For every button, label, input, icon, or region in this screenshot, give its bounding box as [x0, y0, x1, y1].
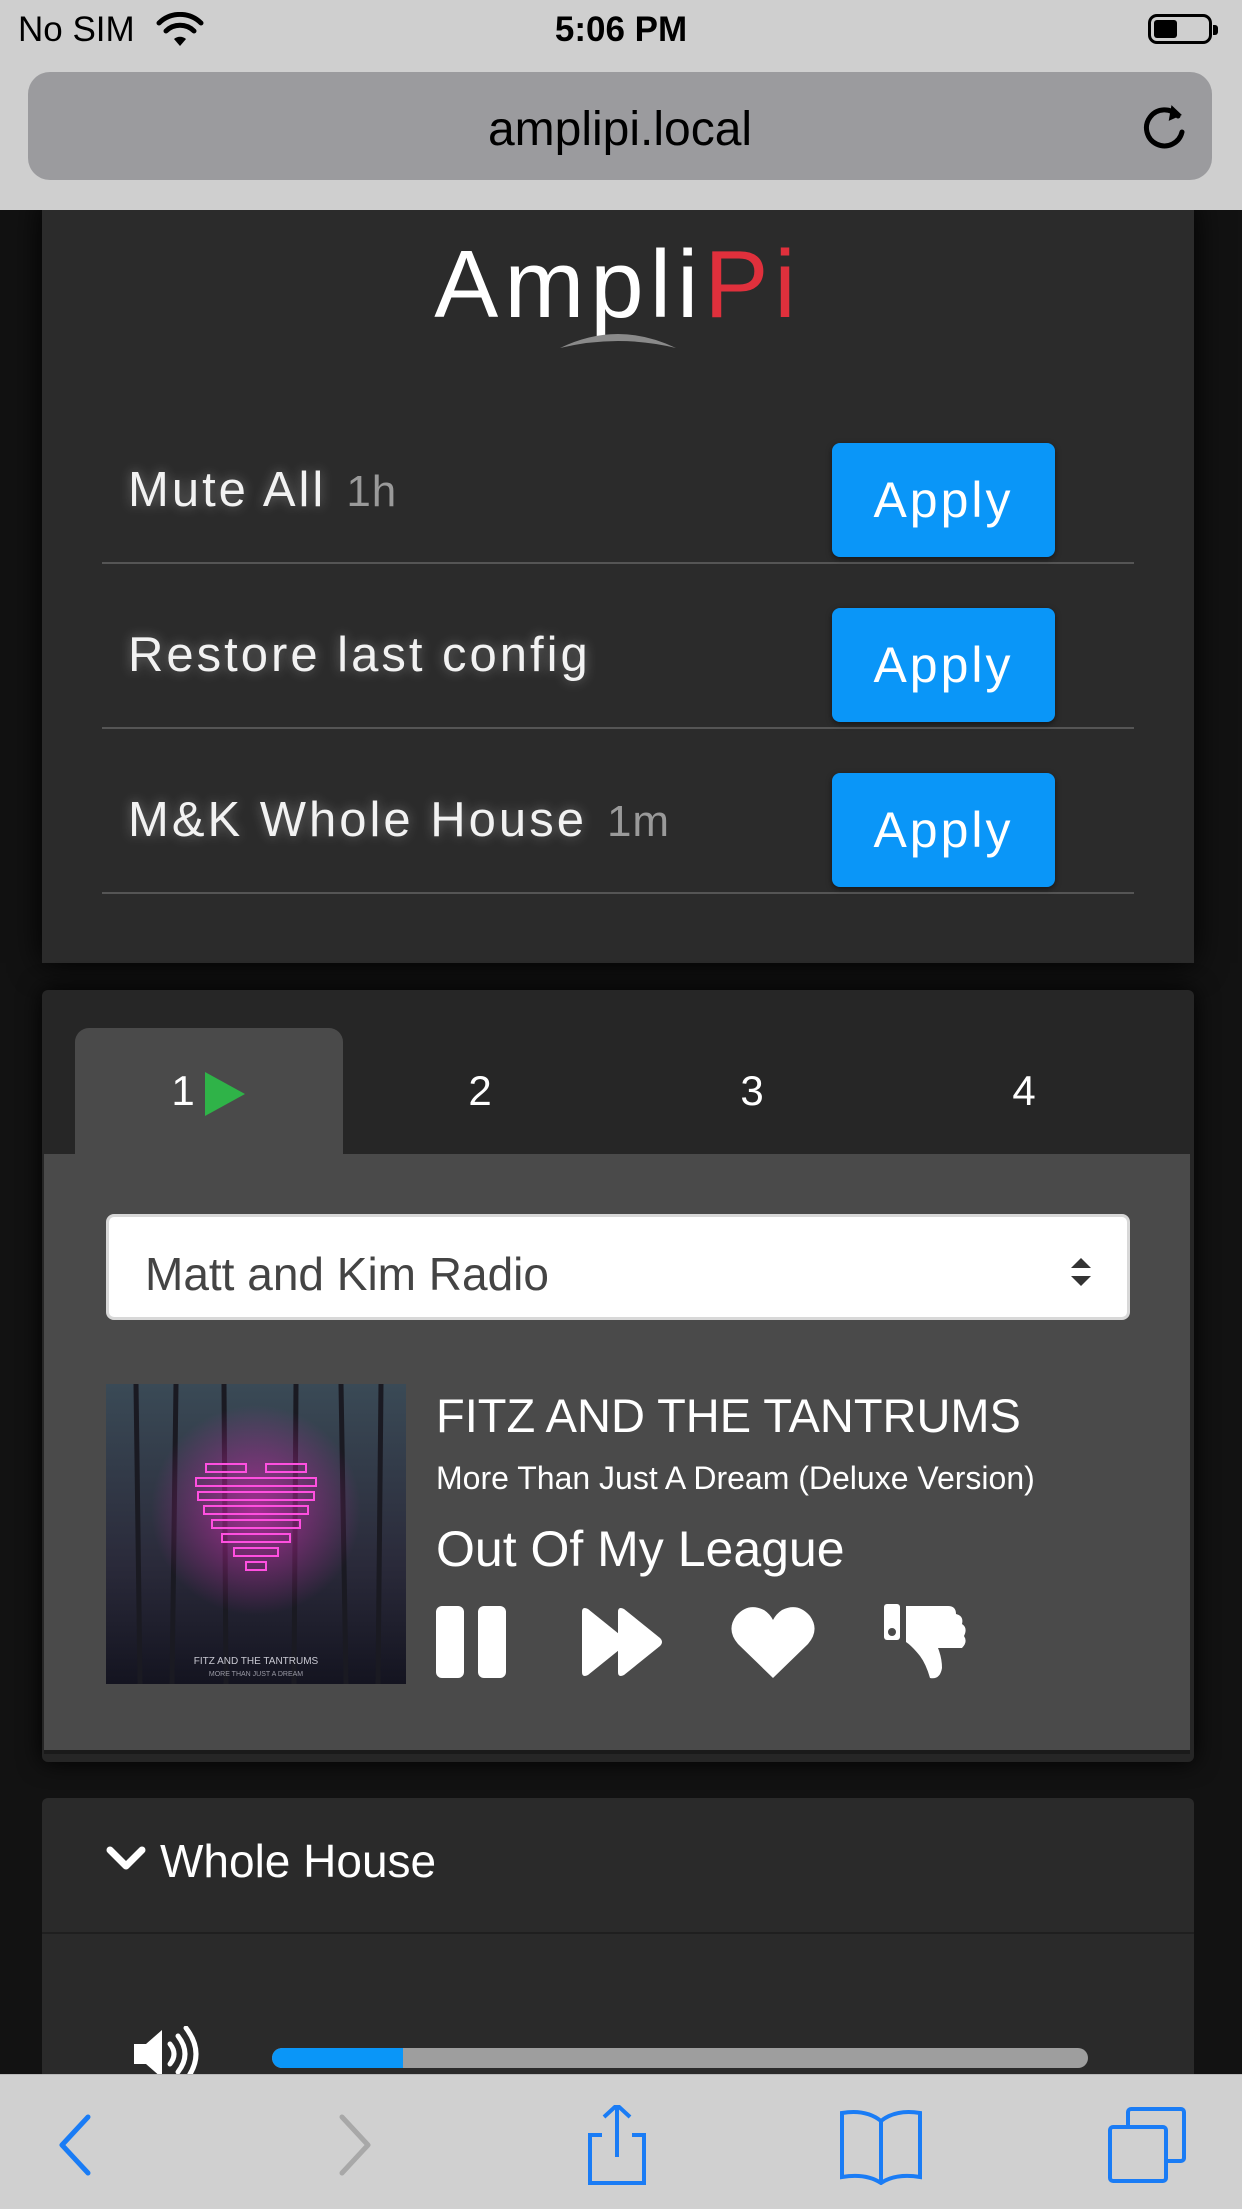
player-panel: Matt and Kim Radio FITZ AND THE TANTRUMS…: [44, 1154, 1190, 1754]
page-content: AmpliPi Mute All 1h Apply Restore last co…: [0, 210, 1242, 2074]
player-card: 1 2 3 4 Matt and Kim Radio FITZ AND THE …: [42, 990, 1194, 1762]
preset-name: Mute All: [128, 463, 327, 517]
heart-icon[interactable]: [730, 1602, 816, 1682]
tab-label: 1: [171, 1067, 195, 1114]
track-name: Out Of My League: [436, 1521, 845, 1577]
battery-icon: [1148, 14, 1218, 44]
logo-accent-text: Pi: [704, 231, 802, 338]
thumbs-down-icon[interactable]: [882, 1602, 968, 1682]
tab-source-1[interactable]: 1: [75, 1028, 343, 1154]
apply-button[interactable]: Apply: [832, 773, 1055, 887]
chevron-down-icon[interactable]: [106, 1844, 146, 1874]
source-select[interactable]: Matt and Kim Radio: [106, 1214, 1130, 1320]
zone-group-name: Whole House: [160, 1835, 437, 1887]
album-art: FITZ AND THE TANTRUMS MORE THAN JUST A D…: [106, 1384, 406, 1684]
reload-icon[interactable]: [1138, 102, 1190, 154]
tab-source-3[interactable]: 3: [618, 1028, 886, 1154]
browser-toolbar: [0, 2074, 1242, 2209]
tab-label: 4: [1012, 1067, 1036, 1114]
address-bar[interactable]: amplipi.local: [28, 72, 1212, 180]
collapse-chevron-icon[interactable]: [554, 322, 682, 358]
album-art-line2: MORE THAN JUST A DREAM: [209, 1671, 303, 1678]
volume-icon[interactable]: [132, 2026, 200, 2074]
volume-slider-fill: [272, 2048, 403, 2068]
preset-label: Restore last config: [128, 627, 611, 683]
skip-forward-icon[interactable]: [580, 1602, 666, 1682]
pause-icon[interactable]: [436, 1602, 508, 1682]
tab-label: 2: [468, 1067, 492, 1114]
select-arrows-icon: [1071, 1258, 1091, 1286]
preset-label: M&K Whole House 1m: [128, 792, 670, 848]
preset-row: Restore last config Apply: [102, 579, 1134, 729]
tab-source-2[interactable]: 2: [346, 1028, 614, 1154]
preset-label: Mute All 1h: [128, 462, 397, 518]
preset-name: Restore last config: [128, 628, 591, 682]
album-name: More Than Just A Dream (Deluxe Version): [436, 1460, 1035, 1496]
presets-card: AmpliPi Mute All 1h Apply Restore last co…: [42, 210, 1194, 963]
back-icon[interactable]: [32, 2105, 122, 2185]
source-select-value[interactable]: Matt and Kim Radio: [145, 1247, 549, 1301]
source-tabs: 1 2 3 4: [42, 990, 1194, 1154]
forward-icon: [339, 2114, 371, 2176]
tabs-icon[interactable]: [1104, 2105, 1194, 2185]
zone-group-header[interactable]: Whole House: [42, 1798, 1194, 1934]
tab-source-4[interactable]: 4: [890, 1028, 1158, 1154]
album-art-line1: FITZ AND THE TANTRUMS: [194, 1656, 319, 1667]
url-text[interactable]: amplipi.local: [28, 102, 1212, 157]
apply-button[interactable]: Apply: [832, 443, 1055, 557]
clock: 5:06 PM: [554, 10, 688, 49]
volume-slider[interactable]: [272, 2048, 1088, 2068]
tab-label: 3: [740, 1067, 764, 1114]
preset-age: 1m: [606, 797, 671, 846]
share-icon[interactable]: [572, 2105, 662, 2185]
preset-age: 1h: [346, 467, 398, 516]
apply-button[interactable]: Apply: [832, 608, 1055, 722]
playing-icon: [204, 1071, 245, 1116]
preset-row: M&K Whole House 1m Apply: [102, 744, 1134, 894]
status-bar: No SIM 5:06 PM: [0, 0, 1242, 62]
browser-chrome: amplipi.local: [0, 62, 1242, 210]
bookmarks-icon[interactable]: [836, 2105, 926, 2185]
preset-name: M&K Whole House: [128, 793, 587, 847]
artist-name: FITZ AND THE TANTRUMS: [436, 1389, 1021, 1442]
preset-row: Mute All 1h Apply: [102, 414, 1134, 564]
zone-group-card: Whole House: [42, 1798, 1194, 2074]
